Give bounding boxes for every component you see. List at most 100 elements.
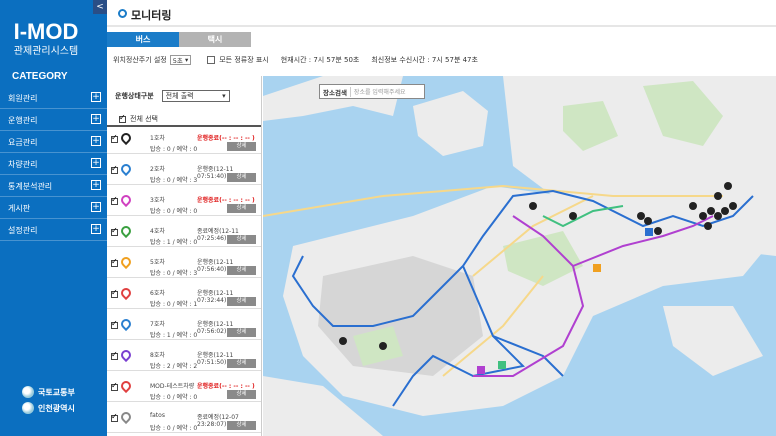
vehicle-name: 8호차 [150,352,165,359]
vehicle-name: 7호차 [150,321,165,328]
expand-plus-icon[interactable]: + [91,92,101,102]
sidebar-item-statistics[interactable]: 통계분석관리 + [0,175,107,197]
sidebar-item-fare[interactable]: 요금관리 + [0,131,107,153]
sidebar: < I-MOD 관제관리시스템 CATEGORY 회원관리 + 운행관리 + 요… [0,0,107,436]
map-pin-icon [118,161,134,177]
sidebar-item-member[interactable]: 회원관리 + [0,87,107,109]
vehicle-checkbox[interactable] [111,381,118,391]
vehicle-checkbox[interactable] [111,257,118,267]
vehicle-name: 4호차 [150,228,165,235]
status-filter-label: 운행상태구분 [115,92,154,100]
vehicle-ride-info: 탑승 : 2 / 예약 : 2 [150,363,198,370]
list-divider [107,125,261,127]
sidebar-item-label: 설정관리 [8,226,38,235]
vehicle-row[interactable]: MOD-테스트차량운행종료(-- : -- : -- ) 탑승 : 0 / 예약 … [107,378,261,402]
detail-button[interactable]: 상세 [227,173,256,182]
detail-button[interactable]: 상세 [227,266,256,275]
vehicle-ride-info: 탑승 : 1 / 예약 : 0 [150,332,198,339]
title-ring-icon [118,9,127,18]
vehicle-status: 운행종료(-- : -- : -- ) [197,135,255,142]
vehicle-ride-info: 탑승 : 0 / 예약 : 3 [150,177,198,184]
status-filter-select[interactable]: 전체 출력 ▾ [161,90,230,102]
vehicle-status: 운행종료(-- : -- : -- ) [197,197,255,204]
detail-button[interactable]: 상세 [227,328,256,337]
vehicle-row[interactable]: fatos종료예정(12-07 23:28:07)탑승 : 0 / 예약 : 0… [107,409,261,433]
category-heading: CATEGORY [12,71,68,82]
vehicle-row[interactable]: 7호차운행중(12-11 07:56:02)탑승 : 1 / 예약 : 0상세 [107,316,261,340]
sidebar-item-label: 요금관리 [8,138,38,147]
place-search-input[interactable]: 장소를 입력해주세요 [351,87,406,96]
place-search: 장소검색 장소를 입력해주세요 [319,84,425,99]
chevron-down-icon: ▾ [222,92,226,100]
detail-button[interactable]: 상세 [227,235,256,244]
expand-plus-icon[interactable]: + [91,158,101,168]
tab-bus[interactable]: 버스 [107,32,179,47]
show-stops-checkbox[interactable] [207,56,216,64]
sidebar-item-label: 게시판 [8,204,31,213]
vehicle-row[interactable]: 8호차운행중(12-11 07:51:50)탑승 : 2 / 예약 : 2상세 [107,347,261,371]
vehicle-ride-info: 탑승 : 0 / 예약 : 3 [150,270,198,277]
detail-button[interactable]: 상세 [227,204,256,213]
molit-logo: 국토교통부 [22,386,75,398]
expand-plus-icon[interactable]: + [91,202,101,212]
map-pin-icon [118,378,134,394]
vehicle-row[interactable]: 3호차 운행종료(-- : -- : -- ) 탑승 : 0 / 예약 : 0 상세 [107,192,261,216]
expand-plus-icon[interactable]: + [91,180,101,190]
vehicle-name: fatos [150,412,165,419]
vehicle-checkbox[interactable] [111,412,118,422]
vehicle-row[interactable]: 5호차운행중(12-11 07:56:40)탑승 : 0 / 예약 : 3상세 [107,254,261,278]
detail-button[interactable]: 상세 [227,142,256,151]
select-all-checkbox[interactable] [119,113,126,123]
vehicle-ride-info: 탑승 : 0 / 예약 : 1 [150,301,198,308]
vehicle-name: MOD-테스트차량 [150,383,195,390]
sidebar-item-vehicle[interactable]: 차량관리 + [0,153,107,175]
sidebar-item-label: 운행관리 [8,116,38,125]
period-select[interactable]: 5초 ▾ [169,55,192,65]
status-filter-value: 전체 출력 [165,92,194,100]
map-pin-icon [118,254,134,270]
map-pin-icon [118,130,134,146]
show-stops-label: 모든 정류장 표시 [219,56,269,64]
sidebar-item-settings[interactable]: 설정관리 + [0,219,107,241]
vehicle-checkbox[interactable] [111,226,118,236]
expand-plus-icon[interactable]: + [91,136,101,146]
vehicle-name: 1호차 [150,135,165,142]
map-pin-icon [118,347,134,363]
vehicle-row[interactable]: 1호차 운행종료(-- : -- : -- ) 탑승 : 0 / 예약 : 0 상세 [107,130,261,154]
page-title: 모니터링 [131,9,172,22]
sidebar-item-board[interactable]: 게시판 + [0,197,107,219]
vehicle-checkbox[interactable] [111,319,118,329]
detail-button[interactable]: 상세 [227,421,256,430]
government-logos: 국토교통부 인천광역시 [22,386,75,418]
expand-plus-icon[interactable]: + [91,114,101,124]
detail-button[interactable]: 상세 [227,297,256,306]
vehicle-checkbox[interactable] [111,288,118,298]
map-view[interactable]: 장소검색 장소를 입력해주세요 [263,76,776,436]
sidebar-item-label: 통계분석관리 [8,182,53,191]
sidebar-collapse-button[interactable]: < [93,0,107,14]
vehicle-row[interactable]: 4호차종료예정(12-11 07:25:46)탑승 : 1 / 예약 : 0상세 [107,223,261,247]
current-time: 현재시간 : 7시 57분 50초 [280,56,360,64]
vehicle-row[interactable]: 2호차운행중(12-11 07:51:40)탑승 : 0 / 예약 : 3상세 [107,161,261,185]
page-header: 모니터링 [107,0,776,27]
sidebar-item-operation[interactable]: 운행관리 + [0,109,107,131]
detail-button[interactable]: 상세 [227,390,256,399]
period-label: 위치정산주기 설정 [113,56,167,64]
select-all[interactable]: 전체 선택 [119,113,158,124]
map-pin-icon [118,192,134,208]
detail-button[interactable]: 상세 [227,359,256,368]
incheon-logo: 인천광역시 [22,402,75,414]
tab-taxi[interactable]: 택시 [179,32,251,47]
vehicle-ride-info: 탑승 : 1 / 예약 : 0 [150,239,198,246]
vehicle-list-panel: 운행상태구분 전체 출력 ▾ 전체 선택 1호차운행종료(-- : -- : -… [107,76,262,436]
vehicle-checkbox[interactable] [111,164,118,174]
vehicle-checkbox[interactable] [111,350,118,360]
incheon-emblem-icon [22,402,34,414]
expand-plus-icon[interactable]: + [91,224,101,234]
last-received-time: 최신정보 수신시간 : 7시 57분 47초 [371,56,478,64]
vehicle-checkbox[interactable] [111,133,118,143]
vehicle-checkbox[interactable] [111,195,118,205]
vehicle-row[interactable]: 6호차운행중(12-11 07:32:44)탑승 : 0 / 예약 : 1상세 [107,285,261,309]
map-canvas[interactable] [263,76,776,436]
vehicle-ride-info: 탑승 : 0 / 예약 : 0 [150,146,198,153]
